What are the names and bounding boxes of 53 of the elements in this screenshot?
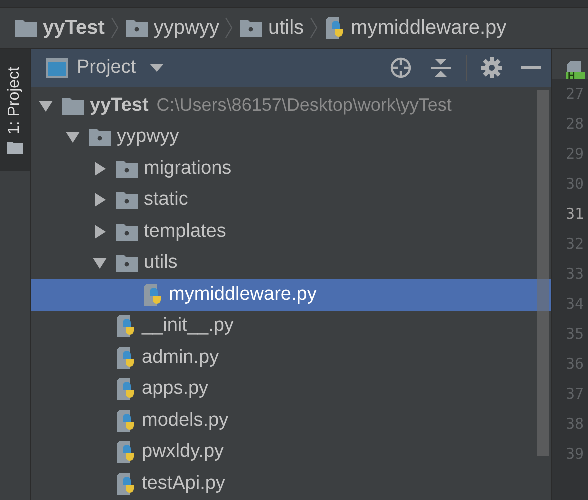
breadcrumb-item[interactable]: utils	[239, 16, 304, 40]
scrollbar[interactable]	[537, 90, 549, 456]
folder-icon	[115, 222, 139, 242]
tree-item[interactable]: pwxldy.py	[31, 436, 551, 468]
python-file-icon	[115, 346, 137, 370]
python-file-icon	[115, 472, 137, 496]
expand-arrow-icon[interactable]	[93, 256, 107, 270]
python-file-icon	[115, 440, 137, 464]
python-file-icon	[115, 408, 137, 433]
project-path: C:\Users\86157\Desktop\work\yyTest	[156, 95, 452, 116]
locate-icon[interactable]	[390, 57, 412, 79]
tree-item[interactable]: yyTest C:\Users\86157\Desktop\work\yyTest	[31, 90, 551, 122]
tree-item[interactable]: testApi.py	[31, 468, 551, 500]
breadcrumb-item[interactable]: yyTest	[14, 16, 105, 40]
chevron-icon	[310, 17, 318, 39]
expand-arrow-icon[interactable]	[66, 130, 80, 144]
expand-arrow-icon[interactable]	[93, 193, 107, 208]
tree-item[interactable]: models.py	[31, 405, 551, 436]
folder-icon	[88, 127, 112, 148]
folder-icon	[6, 141, 24, 155]
project-tool-tab[interactable]: 1: Project	[0, 49, 30, 171]
folder-icon	[239, 18, 264, 38]
chevron-icon	[110, 17, 119, 39]
python-file-icon	[142, 282, 164, 307]
python-file-icon	[115, 377, 137, 402]
breadcrumb-item[interactable]: yypwyy	[124, 16, 220, 40]
expand-arrow-icon[interactable]	[39, 98, 53, 113]
minimize-icon[interactable]	[521, 66, 541, 70]
window-icon	[45, 57, 69, 79]
tree-item[interactable]: utils	[31, 248, 551, 279]
tree-item[interactable]: admin.py	[31, 342, 551, 374]
python-file-icon	[115, 314, 137, 338]
folder-icon	[14, 18, 38, 38]
caret-icon[interactable]	[150, 64, 164, 72]
panel-title[interactable]: Project	[77, 57, 136, 79]
folder-icon	[115, 158, 139, 179]
tree-item[interactable]: mymiddleware.py	[31, 279, 551, 310]
expand-arrow-icon[interactable]	[93, 224, 107, 239]
tree-item[interactable]: templates	[31, 216, 551, 248]
tree-item[interactable]: yypwyy	[31, 122, 551, 153]
tree-item[interactable]: static	[31, 184, 551, 216]
tree-item[interactable]: apps.py	[31, 374, 551, 405]
line-number: 31	[566, 204, 584, 225]
folder-icon	[115, 253, 139, 274]
tree-item[interactable]: migrations	[31, 153, 551, 184]
expand-arrow-icon[interactable]	[93, 162, 107, 176]
tree-item[interactable]: __init__.py	[31, 310, 551, 342]
collapse-all-icon[interactable]	[430, 57, 452, 79]
folder-icon	[61, 96, 85, 116]
chevron-icon	[225, 17, 234, 39]
folder-icon	[124, 18, 149, 38]
folder-icon	[115, 190, 139, 210]
breadcrumb-item[interactable]: mymiddleware.py	[324, 16, 507, 40]
